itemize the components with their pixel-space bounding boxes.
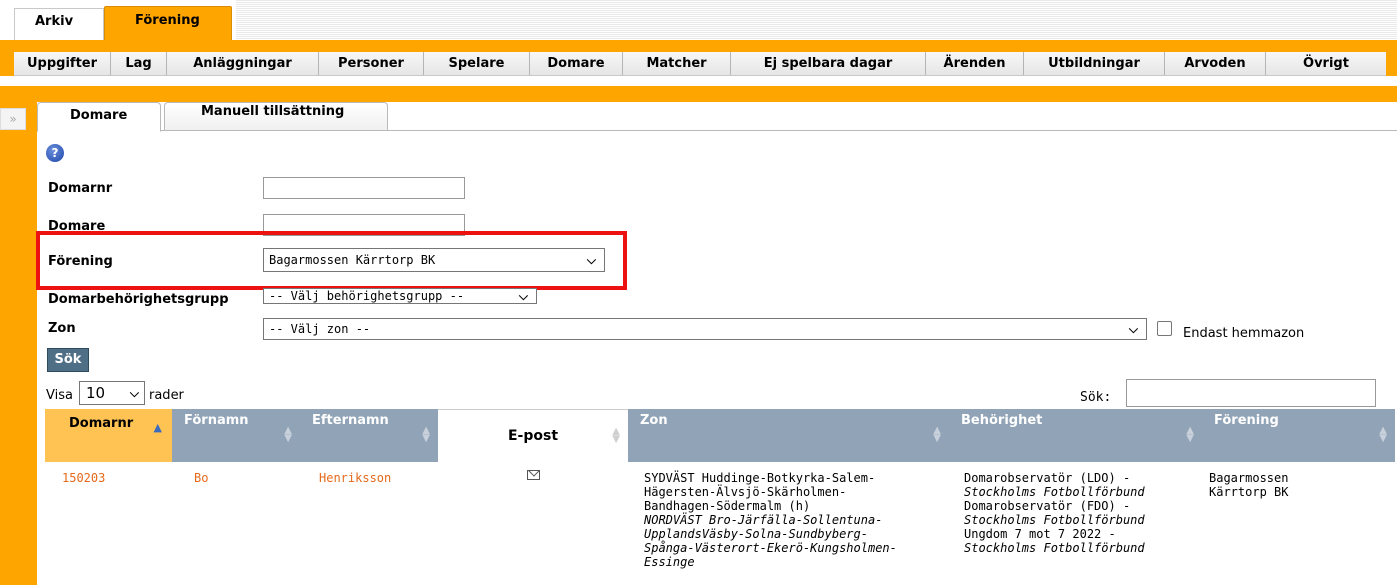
menu-item-ovrigt[interactable]: Övrigt [1266,52,1386,75]
behorighet-select[interactable]: -- Välj behörighetsgrupp -- ⌵ [263,288,537,304]
top-tab-bar: Arkiv Förening [0,0,1397,40]
menu-item-arvoden[interactable]: Arvoden [1165,52,1266,75]
search-button[interactable]: Sök [47,348,89,372]
cell-efternamn[interactable]: Henriksson [319,471,391,485]
menu-item-spelare[interactable]: Spelare [424,52,530,75]
column-header-fornamn[interactable]: Förnamn ▲ ▼ [172,409,300,462]
main-content: Manuell tillsättning Domare ? Domarnr Do… [36,102,1397,585]
tab-forening[interactable]: Förening [104,6,232,40]
column-header-zon-label: Zon [640,413,668,428]
zon-line: UpplandsVäsby-Solna-Sundbyberg- [644,527,868,541]
column-header-forening-label: Förening [1214,413,1279,428]
zon-line: NORDVÄST Bro-Järfälla-Sollentuna- [644,513,883,527]
zon-select[interactable]: -- Välj zon -- ⌵ [263,318,1147,340]
sort-icon: ▲ ▼ [1186,425,1194,444]
menu-item-ej-spelbara-dagar[interactable]: Ej spelbara dagar [731,52,926,75]
column-header-forening[interactable]: Förening ▲ ▼ [1202,409,1395,462]
cell-behorighet: Domarobservatör (LDO) - Stockholms Fotbo… [964,471,1204,555]
behorighet-line: Domarobservatör (FDO) - [964,499,1131,513]
column-header-fornamn-label: Förnamn [184,413,249,428]
zon-select-value: -- Välj zon -- [269,322,371,336]
page-size-value: 10 [86,384,106,402]
behorighet-label: Domarbehörighetsgrupp [48,292,229,307]
behorighet-line: Stockholms Fotbollförbund [964,541,1145,555]
column-header-behorighet[interactable]: Behörighet ▲ ▼ [949,409,1202,462]
forening-line: Kärrtorp BK [1209,485,1289,499]
visa-label: Visa [46,388,73,403]
menu-item-personer[interactable]: Personer [319,52,424,75]
collapse-panel-button[interactable]: » [0,108,26,130]
table-search-input[interactable] [1126,379,1376,407]
subtab-manuell-tillsattning[interactable]: Manuell tillsättning [164,102,388,131]
column-header-behorighet-label: Behörighet [961,413,1043,428]
cell-fornamn[interactable]: Bo [194,471,208,485]
column-header-domarnr[interactable]: Domarnr ▲ [45,409,172,462]
behorighet-select-value: -- Välj behörighetsgrupp -- [269,289,465,303]
cell-zon: SYDVÄST Huddinge-Botkyrka-Salem- Hägerst… [644,471,974,569]
help-icon[interactable]: ? [46,144,64,162]
sort-icon: ▲ ▼ [933,425,941,444]
tab-arkiv[interactable]: Arkiv [14,8,104,40]
rader-label: rader [149,388,184,403]
sort-icon: ▲ ▼ [422,425,430,444]
behorighet-line: Stockholms Fotbollförbund [964,485,1145,499]
menu-gap [0,76,1397,86]
subtab-domare[interactable]: Domare [37,102,161,132]
zon-label: Zon [48,321,76,336]
zon-line: Essinge [644,555,695,569]
main-menu: Uppgifter Lag Anläggningar Personer Spel… [14,52,1386,76]
endast-hemmazon-label: Endast hemmazon [1183,326,1305,341]
domarnr-input[interactable] [263,177,465,199]
top-bar-decoration [236,0,1397,40]
zon-line: Spånga-Västerort-Ekerö-Kungsholmen- [644,541,897,555]
menu-item-domare[interactable]: Domare [530,52,623,75]
menu-item-matcher[interactable]: Matcher [623,52,731,75]
behorighet-line: Domarobservatör (LDO) - [964,471,1131,485]
chevron-down-icon: ⌵ [1128,322,1138,336]
highlight-annotation [36,231,627,290]
zon-line: Hägersten-Älvsjö-Skärholmen- [644,485,847,499]
page-size-select[interactable]: 10 ⌵ [79,381,145,405]
column-header-efternamn-label: Efternamn [312,413,389,428]
column-header-epost[interactable]: E-post ▲ ▼ [438,409,628,462]
sort-icon: ▲ ▼ [284,425,292,444]
zon-line: Bandhagen-Södermalm (h) [644,499,811,513]
sort-icon: ▲ ▼ [612,426,620,445]
menu-item-arenden[interactable]: Ärenden [926,52,1024,75]
endast-hemmazon-checkbox[interactable] [1157,321,1172,336]
chevron-down-icon: ⌵ [518,289,528,303]
sort-ascending-icon: ▲ [153,421,162,434]
zon-line: SYDVÄST Huddinge-Botkyrka-Salem- [644,471,876,485]
mail-icon[interactable] [527,470,540,480]
behorighet-line: Stockholms Fotbollförbund [964,513,1145,527]
menu-item-utbildningar[interactable]: Utbildningar [1024,52,1165,75]
behorighet-line: Ungdom 7 mot 7 2022 - [964,527,1116,541]
column-header-epost-label: E-post [507,428,559,444]
menu-item-anlaggningar[interactable]: Anläggningar [167,52,319,75]
cell-domarnr[interactable]: 150203 [62,471,105,485]
column-header-zon[interactable]: Zon ▲ ▼ [628,409,949,462]
domarnr-label: Domarnr [48,181,113,196]
forening-line: Bagarmossen [1209,471,1289,485]
sort-icon: ▲ ▼ [1379,425,1387,444]
column-header-efternamn[interactable]: Efternamn ▲ ▼ [300,409,438,462]
main-menu-bar: Uppgifter Lag Anläggningar Personer Spel… [0,40,1397,76]
table-search-label: Sök: [1080,390,1112,405]
content-frame-left [0,102,37,585]
chevron-down-icon: ⌵ [129,386,139,400]
menu-item-uppgifter[interactable]: Uppgifter [14,52,111,75]
content-frame-top [0,86,1397,102]
column-header-domarnr-label: Domarnr [69,416,134,431]
menu-item-lag[interactable]: Lag [111,52,167,75]
cell-forening: Bagarmossen Kärrtorp BK [1209,471,1379,499]
table-header: Domarnr ▲ Förnamn ▲ ▼ Efternamn ▲ ▼ E-post… [45,409,1395,462]
